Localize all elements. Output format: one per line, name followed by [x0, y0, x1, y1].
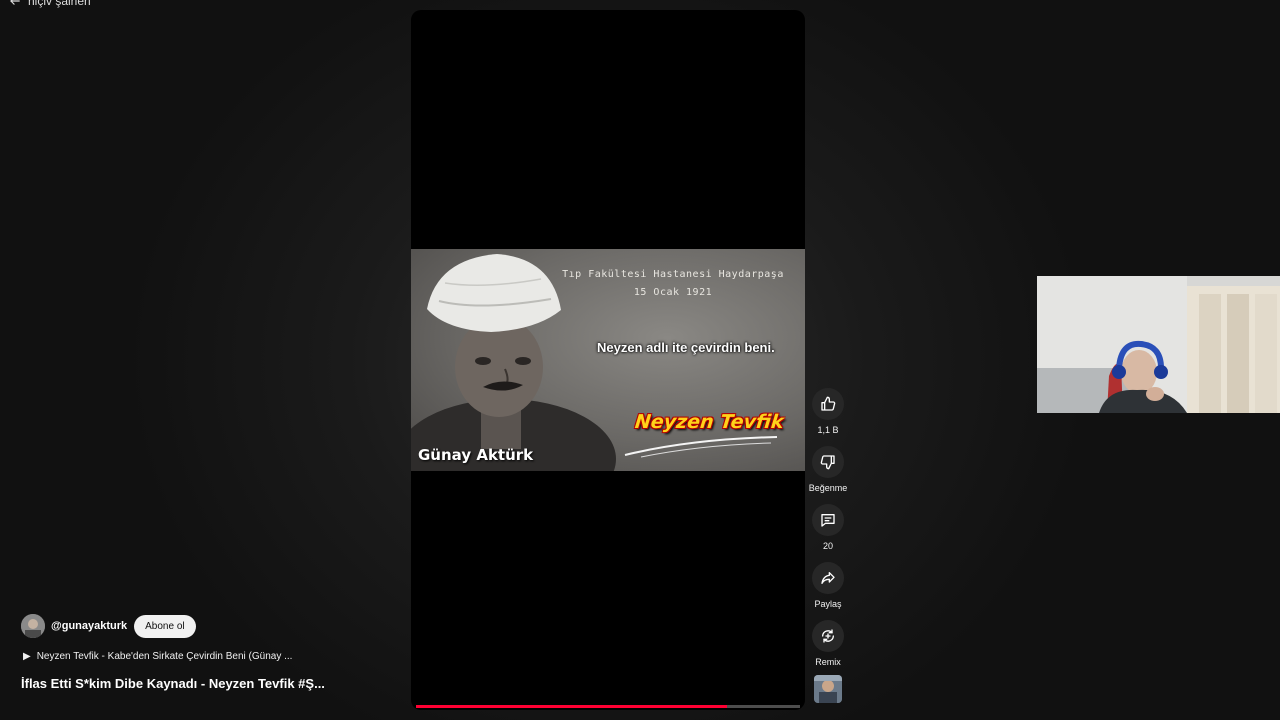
channel-avatar[interactable]: [21, 614, 45, 638]
thumbs-down-icon: [820, 455, 835, 470]
audio-thumbnail-image: [814, 675, 842, 703]
subscribe-button[interactable]: Abone ol: [134, 614, 196, 638]
dislike-label: Beğenme: [808, 483, 848, 493]
remix-button[interactable]: [812, 620, 844, 652]
remix-label: Remix: [815, 657, 841, 667]
swoosh-decoration: [624, 436, 778, 458]
arrow-left-icon: [10, 0, 20, 5]
name-caption: Neyzen Tevfik: [633, 411, 785, 433]
dislike-button[interactable]: [812, 446, 844, 478]
music-title: Neyzen Tevfik - Kabe'den Sirkate Çevirdi…: [36, 651, 293, 662]
dislike-action: Beğenme: [808, 446, 848, 494]
portrait-image: [411, 254, 616, 471]
comment-icon: [821, 514, 835, 527]
comment-button[interactable]: [812, 504, 844, 536]
back-link-label: hiçiv şairleri: [28, 0, 91, 8]
webcam-overlay: [1037, 276, 1280, 413]
channel-handle[interactable]: @gunayakturk: [51, 620, 127, 632]
like-count: 1,1 B: [817, 425, 839, 435]
share-action: Paylaş: [812, 562, 844, 610]
music-link[interactable]: ▶ Neyzen Tevfik - Kabe'den Sirkate Çevir…: [23, 651, 292, 662]
share-button[interactable]: [812, 562, 844, 594]
comment-action: 20: [812, 504, 844, 552]
share-icon: [821, 572, 835, 584]
back-link[interactable]: hiçiv şairleri: [8, 0, 91, 8]
comment-count: 20: [822, 541, 833, 551]
audio-thumbnail[interactable]: [814, 675, 842, 703]
webcam-image: [1037, 276, 1280, 413]
thumbs-up-icon: [821, 396, 836, 411]
channel-watermark: Günay Aktürk: [418, 446, 534, 464]
video-subtitle: Neyzen adlı ite çevirdin beni.: [597, 340, 775, 355]
shorts-player[interactable]: Tıp Fakültesi Hastanesi Haydarpaşa 15 Oc…: [411, 10, 805, 710]
progress-fill: [416, 705, 728, 708]
like-button[interactable]: [812, 388, 844, 420]
play-icon: ▶: [23, 651, 31, 662]
overlay-date: 15 Ocak 1921: [633, 287, 713, 298]
avatar-image: [21, 614, 45, 638]
overlay-location: Tıp Fakültesi Hastanesi Haydarpaşa: [562, 269, 784, 280]
remix-action: Remix: [812, 620, 844, 668]
video-frame: Tıp Fakültesi Hastanesi Haydarpaşa 15 Oc…: [411, 249, 805, 471]
like-action: 1,1 B: [812, 388, 844, 436]
channel-row: @gunayakturk Abone ol: [21, 614, 196, 638]
video-title[interactable]: İflas Etti S*kim Dibe Kaynadı - Neyzen T…: [21, 676, 325, 691]
remix-icon: [822, 629, 834, 643]
share-label: Paylaş: [814, 599, 842, 609]
action-bar: 1,1 B Beğenme 20 Paylaş Remix: [808, 388, 848, 703]
progress-bar[interactable]: [416, 705, 800, 708]
